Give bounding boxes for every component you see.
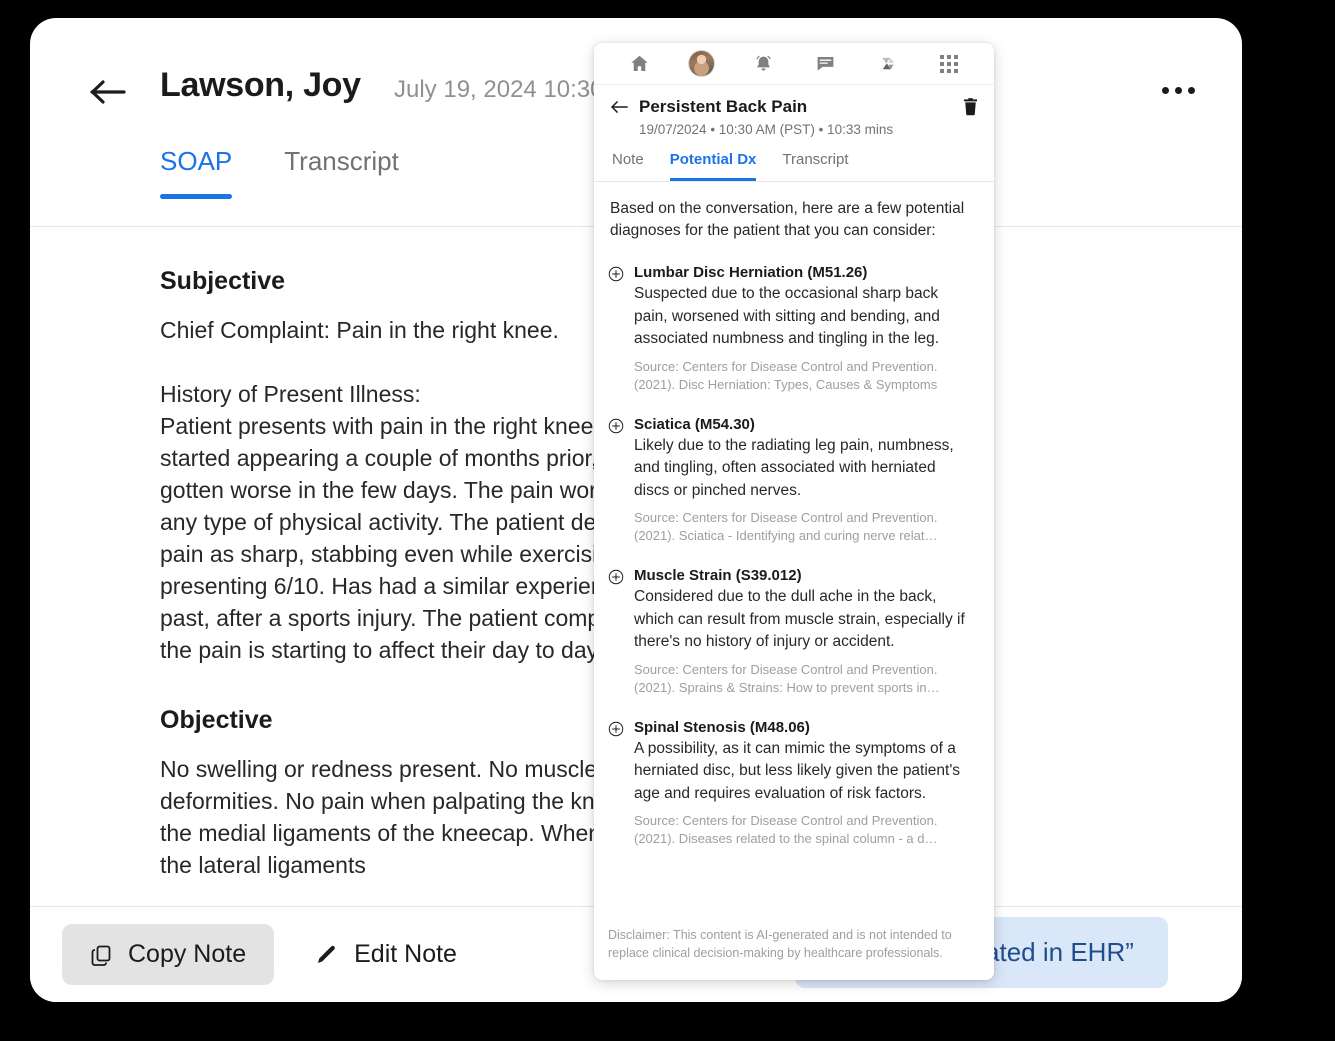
arrow-left-icon bbox=[610, 99, 629, 115]
copy-note-button[interactable]: Copy Note bbox=[62, 924, 275, 985]
add-diagnosis-button[interactable] bbox=[608, 567, 626, 697]
plus-circle-icon bbox=[608, 266, 626, 282]
panel-tab-note[interactable]: Note bbox=[612, 151, 644, 181]
diagnosis-title: Spinal Stenosis (M48.06) bbox=[634, 718, 810, 736]
copy-icon bbox=[90, 943, 114, 967]
diagnosis-description: Considered due to the dull ache in the b… bbox=[634, 588, 965, 650]
potential-dx-list[interactable]: Based on the conversation, here are a fe… bbox=[594, 182, 994, 912]
bell-icon[interactable] bbox=[748, 49, 778, 79]
home-icon[interactable] bbox=[624, 49, 654, 79]
panel-disclaimer: Disclaimer: This content is AI-generated… bbox=[608, 928, 952, 960]
edit-note-label: Edit Note bbox=[354, 940, 457, 968]
panel-back-button[interactable] bbox=[610, 99, 629, 115]
apps-grid-icon[interactable] bbox=[934, 49, 964, 79]
panel-tab-list: Note Potential Dx Transcript bbox=[594, 137, 994, 182]
copy-note-label: Copy Note bbox=[128, 940, 247, 968]
pencil-icon bbox=[314, 942, 340, 968]
tab-soap[interactable]: SOAP bbox=[160, 146, 233, 199]
diagnosis-description: Likely due to the radiating leg pain, nu… bbox=[634, 436, 954, 499]
more-horizontal-icon bbox=[1161, 86, 1169, 94]
avatar[interactable] bbox=[686, 49, 716, 79]
delete-button[interactable] bbox=[963, 98, 978, 116]
diagnosis-item: Sciatica (M54.30) Likely due to the radi… bbox=[608, 416, 974, 546]
app-logo-icon[interactable] bbox=[872, 49, 902, 79]
diagnosis-title: Lumbar Disc Herniation (M51.26) bbox=[634, 264, 868, 281]
tab-transcript[interactable]: Transcript bbox=[284, 146, 399, 199]
panel-meta: 19/07/2024 • 10:30 AM (PST) • 10:33 mins bbox=[639, 122, 894, 137]
chat-icon[interactable] bbox=[810, 49, 840, 79]
arrow-left-icon bbox=[89, 77, 127, 107]
assistant-panel: Persistent Back Pain 19/07/2024 • 10:30 … bbox=[594, 43, 994, 980]
diagnosis-source: Source: Centers for Disease Control and … bbox=[634, 358, 938, 392]
dx-intro-text: Based on the conversation, here are a fe… bbox=[610, 200, 965, 239]
more-horizontal-icon bbox=[1187, 86, 1195, 94]
add-diagnosis-button[interactable] bbox=[608, 264, 626, 394]
trash-icon bbox=[963, 98, 978, 116]
panel-header: Persistent Back Pain 19/07/2024 • 10:30 … bbox=[594, 85, 994, 137]
panel-tab-transcript[interactable]: Transcript bbox=[782, 151, 848, 181]
diagnosis-item: Spinal Stenosis (M48.06) A possibility, … bbox=[608, 719, 974, 849]
apps-grid-dots bbox=[940, 54, 958, 73]
more-options-button[interactable] bbox=[1154, 70, 1202, 110]
diagnosis-title: Muscle Strain (S39.012) bbox=[634, 567, 802, 584]
diagnosis-description: A possibility, as it can mimic the sympt… bbox=[634, 739, 961, 802]
panel-title: Persistent Back Pain bbox=[639, 97, 808, 116]
back-button[interactable] bbox=[82, 66, 134, 118]
diagnosis-title: Sciatica (M54.30) bbox=[634, 415, 755, 433]
screen: Lawson, Joy July 19, 2024 10:30 AM SOAP … bbox=[0, 0, 1335, 1041]
add-diagnosis-button[interactable] bbox=[608, 719, 626, 849]
plus-circle-icon bbox=[608, 418, 626, 434]
diagnosis-source: Source: Centers for Disease Control and … bbox=[634, 813, 938, 846]
plus-circle-icon bbox=[608, 569, 626, 585]
edit-note-button[interactable]: Edit Note bbox=[294, 924, 477, 985]
diagnosis-source: Source: Centers for Disease Control and … bbox=[634, 510, 938, 543]
diagnosis-item: Lumbar Disc Herniation (M51.26) Suspecte… bbox=[608, 264, 974, 394]
avatar-image bbox=[687, 50, 715, 77]
diagnosis-source: Source: Centers for Disease Control and … bbox=[634, 661, 940, 695]
plus-circle-icon bbox=[608, 721, 626, 737]
page-title: Lawson, Joy bbox=[160, 66, 361, 104]
panel-icon-bar bbox=[594, 43, 994, 85]
add-diagnosis-button[interactable] bbox=[608, 416, 626, 546]
diagnosis-description: Suspected due to the occasional sharp ba… bbox=[634, 285, 940, 347]
panel-tab-potential-dx[interactable]: Potential Dx bbox=[669, 151, 756, 181]
more-horizontal-icon bbox=[1174, 86, 1182, 94]
diagnosis-item: Muscle Strain (S39.012) Considered due t… bbox=[608, 567, 974, 697]
